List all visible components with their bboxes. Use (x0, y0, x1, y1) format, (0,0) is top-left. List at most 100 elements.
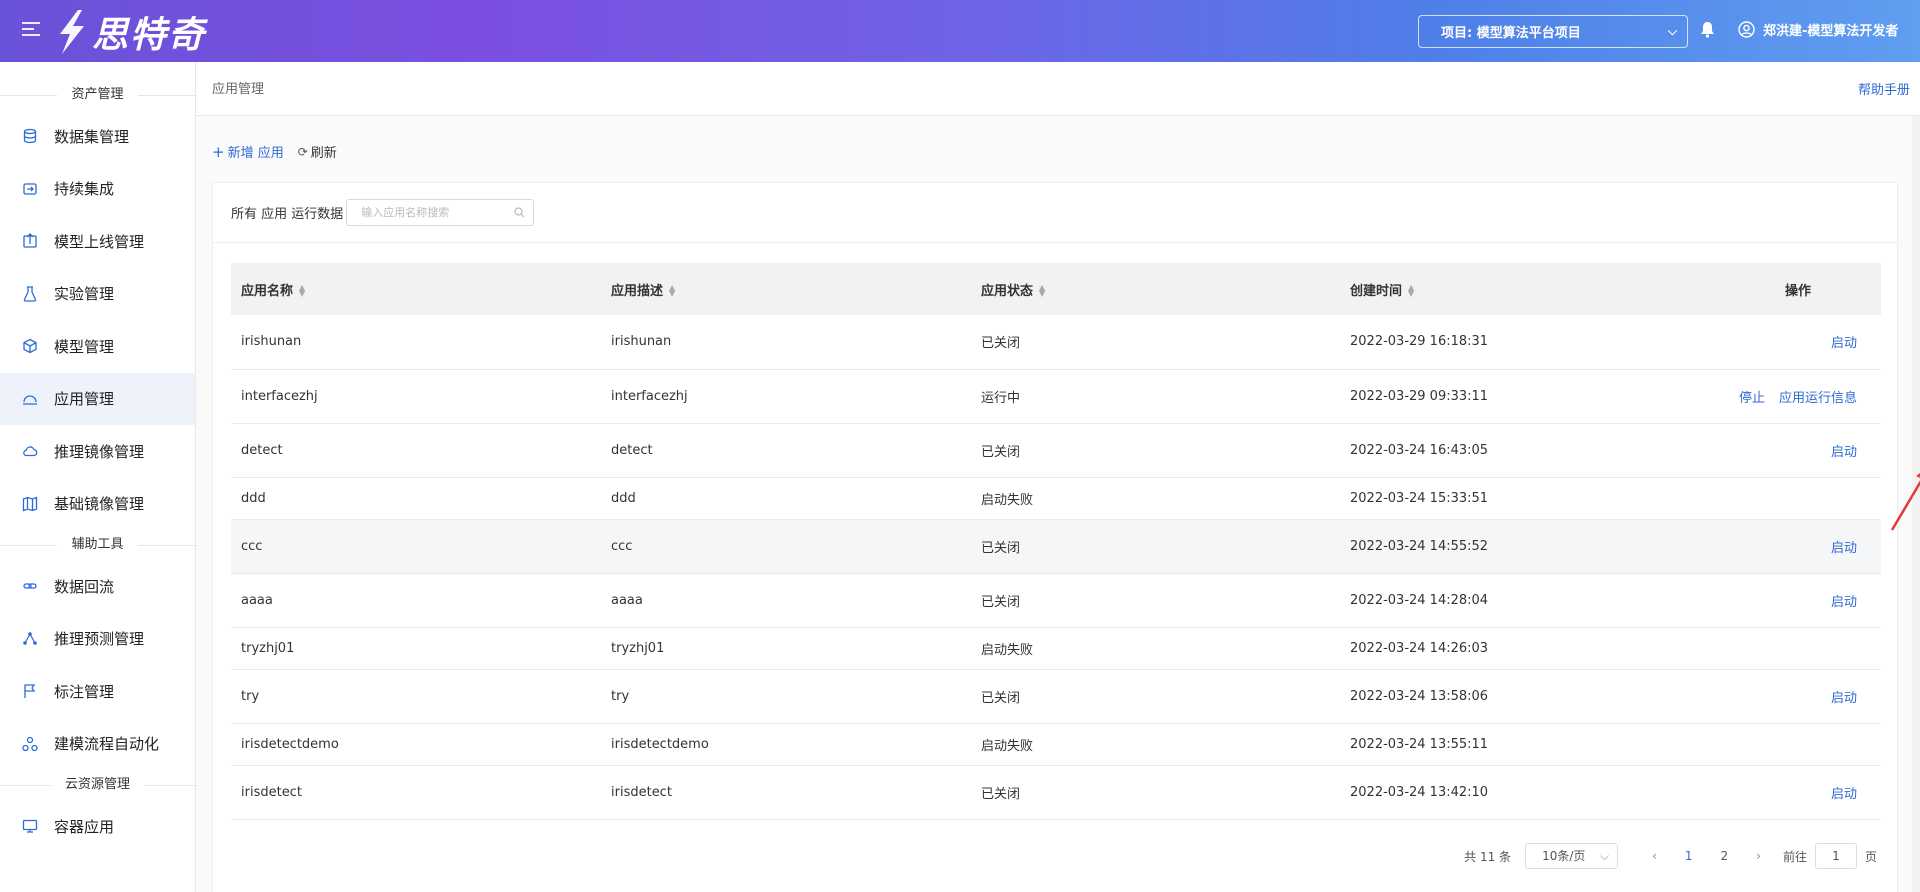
breadcrumb: 应用管理 (212, 82, 265, 97)
cell-status: 已关闭 (971, 423, 1340, 478)
sort-icon[interactable]: ▲ ▼ (669, 284, 675, 298)
top-header: 思特奇 项目: 模型算法平台项目 ⌵ 郑洪建-模型算法开发者 (0, 0, 1920, 62)
sidebar-item-label: 容器应用 (54, 817, 115, 836)
table-header-row: 应用名称 ▲ ▼ 应用描述 ▲ ▼ 应用状态 ▲ ▼ 创建时间 ▲ ▼ 操作 (231, 263, 1881, 315)
plus-icon: + (212, 142, 225, 161)
app-icon (22, 391, 38, 407)
sidebar-item-automl[interactable]: 建模流程自动化 (0, 718, 195, 771)
cell-time: 2022-03-24 13:58:06 (1340, 669, 1640, 724)
filter-bar: 所有 应用 运行数据 输入应用名称搜索 (213, 183, 1897, 243)
pagination: 共 11 条 10条/页 ⌵ ‹ 1 2 › 前往 1 页 (1464, 843, 1877, 869)
start-button[interactable]: 启动 (1831, 445, 1857, 460)
sidebar-group-tools: 辅助工具 (0, 530, 195, 560)
sidebar-item-label: 推理镜像管理 (54, 442, 145, 461)
app-run-info-button[interactable]: 应用运行信息 (1779, 391, 1857, 406)
cell-time: 2022-03-24 13:55:11 (1340, 723, 1640, 766)
cell-time: 2022-03-24 16:43:05 (1340, 423, 1640, 478)
page-suffix: 页 (1864, 849, 1877, 864)
flask-icon (22, 286, 38, 302)
bell-icon[interactable] (1700, 21, 1715, 38)
sidebar-item-models[interactable]: 模型管理 (0, 320, 195, 373)
cell-actions: 启动 (1640, 765, 1881, 820)
cell-status: 启动失败 (971, 477, 1340, 520)
link-icon (22, 578, 38, 594)
flag-icon (22, 683, 38, 699)
sidebar-item-label: 推理预测管理 (54, 630, 145, 649)
cell-name: ccc (231, 519, 601, 574)
start-button[interactable]: 启动 (1831, 787, 1857, 802)
sidebar-item-label: 基础镜像管理 (54, 495, 145, 514)
refresh-button[interactable]: ⟳ 刷新 (297, 142, 337, 162)
sidebar-item-annotation[interactable]: 标注管理 (0, 665, 195, 718)
sidebar-item-data-backflow[interactable]: 数据回流 (0, 560, 195, 613)
refresh-icon: ⟳ (297, 144, 308, 159)
sidebar-item-experiments[interactable]: 实验管理 (0, 268, 195, 321)
sort-icon[interactable]: ▲ ▼ (1039, 284, 1045, 298)
cell-time: 2022-03-24 15:33:51 (1340, 477, 1640, 520)
cell-status: 运行中 (971, 369, 1340, 424)
cell-status: 已关闭 (971, 765, 1340, 820)
sidebar-item-label: 数据回流 (54, 577, 115, 596)
cell-desc: ddd (601, 477, 971, 520)
cell-name: irishunan (231, 315, 601, 370)
sidebar-item-inference-predict[interactable]: 推理预测管理 (0, 613, 195, 666)
column-header-time[interactable]: 创建时间 ▲ ▼ (1340, 263, 1640, 315)
sidebar-item-label: 实验管理 (54, 285, 115, 304)
cell-actions (1640, 723, 1881, 766)
column-header-desc[interactable]: 应用描述 ▲ ▼ (601, 263, 971, 315)
cell-name: try (231, 669, 601, 724)
sidebar-item-inference-images[interactable]: 推理镜像管理 (0, 425, 195, 478)
sidebar-item-datasets[interactable]: 数据集管理 (0, 110, 195, 163)
column-header-status[interactable]: 应用状态 ▲ ▼ (971, 263, 1340, 315)
cell-status: 已关闭 (971, 573, 1340, 628)
logo: 思特奇 (52, 6, 206, 58)
page-size-select[interactable]: 10条/页 ⌵ (1525, 843, 1619, 869)
cell-name: irisdetectdemo (231, 723, 601, 766)
cell-time: 2022-03-29 16:18:31 (1340, 315, 1640, 370)
chevron-down-icon: ⌵ (1667, 24, 1677, 38)
sidebar-item-base-images[interactable]: 基础镜像管理 (0, 478, 195, 531)
sidebar-item-apps[interactable]: 应用管理 (0, 372, 195, 425)
stop-button[interactable]: 停止 (1739, 391, 1765, 406)
cell-status: 已关闭 (971, 519, 1340, 574)
help-manual-link[interactable]: 帮助手册 (1858, 79, 1910, 98)
user-menu[interactable]: 郑洪建-模型算法开发者 (1738, 20, 1898, 39)
sidebar-item-model-deploy[interactable]: 模型上线管理 (0, 215, 195, 268)
page-1[interactable]: 1 (1685, 849, 1693, 863)
table-row: irisdetect irisdetect 已关闭 2022-03-24 13:… (231, 765, 1881, 820)
project-select-value: 项目: 模型算法平台项目 (1441, 26, 1581, 41)
cell-desc: ccc (601, 519, 971, 574)
table-row: aaaa aaaa 已关闭 2022-03-24 14:28:04 启动 (231, 573, 1881, 628)
cell-status: 已关闭 (971, 669, 1340, 724)
start-button[interactable]: 启动 (1831, 336, 1857, 351)
cell-actions: 启动 (1640, 573, 1881, 628)
sidebar-item-ci[interactable]: 持续集成 (0, 163, 195, 216)
cell-desc: aaaa (601, 573, 971, 628)
table-row: interfacezhj interfacezhj 运行中 2022-03-29… (231, 369, 1881, 424)
column-header-name[interactable]: 应用名称 ▲ ▼ (231, 263, 601, 315)
prev-page-icon[interactable]: ‹ (1652, 849, 1657, 863)
sort-icon[interactable]: ▲ ▼ (299, 284, 305, 298)
next-page-icon[interactable]: › (1756, 849, 1761, 863)
goto-page-input[interactable]: 1 (1814, 843, 1857, 869)
cell-name: ddd (231, 477, 601, 520)
project-select[interactable]: 项目: 模型算法平台项目 ⌵ (1418, 15, 1688, 48)
table-row: try try 已关闭 2022-03-24 13:58:06 启动 (231, 669, 1881, 724)
cell-status: 已关闭 (971, 315, 1340, 370)
sidebar-item-container-apps[interactable]: 容器应用 (0, 800, 195, 853)
nodes-icon (22, 631, 38, 647)
search-input[interactable]: 输入应用名称搜索 (346, 199, 535, 226)
start-button[interactable]: 启动 (1831, 541, 1857, 556)
menu-toggle-icon[interactable] (22, 22, 40, 38)
add-app-button[interactable]: + 新增 应用 (212, 142, 284, 162)
start-button[interactable]: 启动 (1831, 691, 1857, 706)
sidebar-item-label: 模型管理 (54, 337, 115, 356)
start-button[interactable]: 启动 (1831, 595, 1857, 610)
workflow-icon (22, 736, 38, 752)
page-2[interactable]: 2 (1721, 849, 1729, 863)
sort-icon[interactable]: ▲ ▼ (1408, 284, 1414, 298)
search-icon (514, 207, 525, 218)
annotation-arrow-icon (1890, 473, 1920, 531)
table-row: ccc ccc 已关闭 2022-03-24 14:55:52 启动 (231, 519, 1881, 574)
cell-status: 启动失败 (971, 627, 1340, 670)
